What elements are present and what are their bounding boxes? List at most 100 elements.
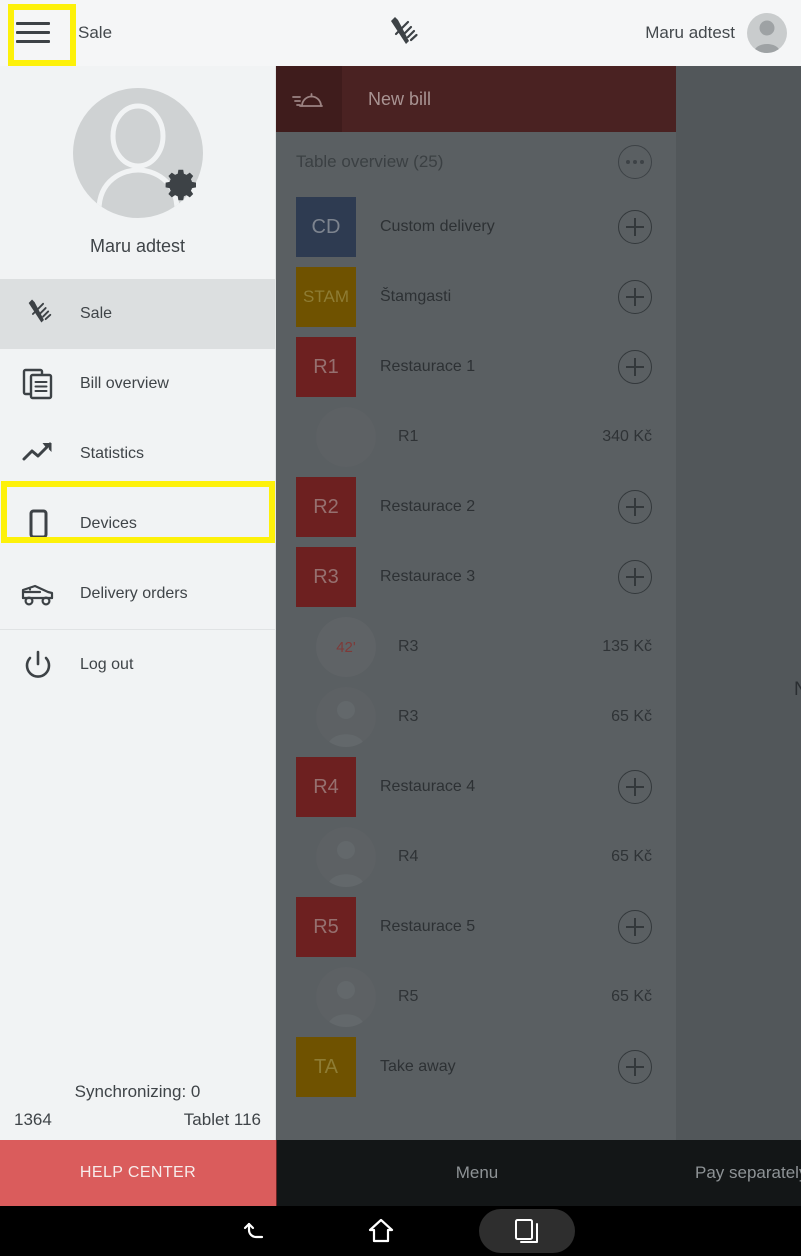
table-row[interactable]: R3 Restaurace 3 xyxy=(276,542,676,612)
bill-row[interactable]: R1 340 Kč xyxy=(276,402,676,472)
profile-name: Maru adtest xyxy=(89,236,186,256)
home-button[interactable] xyxy=(353,1211,409,1251)
tablet-icon-wrap xyxy=(18,504,58,544)
user-name-label: Maru adtest xyxy=(645,23,735,42)
plus-circle-icon[interactable] xyxy=(618,770,652,804)
bill-avatar xyxy=(316,407,376,467)
top-bar-user-area[interactable]: Maru adtest xyxy=(645,0,787,66)
person-avatar-icon xyxy=(328,701,364,747)
tablet-icon xyxy=(29,509,48,539)
home-icon xyxy=(368,1218,393,1243)
plus-circle-icon[interactable] xyxy=(618,560,652,594)
new-bill-icon-button[interactable] xyxy=(276,66,342,132)
bill-name-label: R3 xyxy=(398,708,419,725)
avatar[interactable] xyxy=(747,13,787,53)
bill-row[interactable]: 42' R3 135 Kč xyxy=(276,612,676,682)
gear-icon[interactable] xyxy=(163,166,201,204)
table-row[interactable]: R2 Restaurace 2 xyxy=(276,472,676,542)
sidebar-item-label: Bill overview xyxy=(80,375,169,392)
bill-name-label: R3 xyxy=(398,638,419,655)
person-avatar-icon xyxy=(316,407,376,467)
sidebar-item-delivery-orders[interactable]: Delivery orders xyxy=(0,559,275,629)
navigation-drawer: Maru adtest Sale Bill overview Statistic… xyxy=(0,66,276,1206)
bill-avatar xyxy=(316,687,376,747)
bill-row[interactable]: R3 65 Kč xyxy=(276,682,676,752)
bill-avatar xyxy=(316,967,376,1027)
table-code-badge: R4 xyxy=(296,757,356,817)
table-row[interactable]: R4 Restaurace 4 xyxy=(276,752,676,822)
page-title: Sale xyxy=(78,23,113,42)
drawer-nav-list: Sale Bill overview Statistics Devices De… xyxy=(0,279,275,1082)
plus-circle-icon[interactable] xyxy=(618,210,652,244)
table-overview-title: Table overview (25) xyxy=(296,152,444,171)
more-horizontal-icon[interactable] xyxy=(618,145,652,179)
table-name-label: Restaurace 1 xyxy=(380,358,476,375)
new-bill-bar[interactable]: New bill xyxy=(276,66,676,132)
cutlery-icon xyxy=(28,299,52,323)
bill-row[interactable]: R5 65 Kč xyxy=(276,962,676,1032)
bill-price: 65 Kč xyxy=(611,848,652,865)
main-content: New bill Table overview (25) CD Custom d… xyxy=(276,66,801,1140)
table-row[interactable]: STAM Štamgasti xyxy=(276,262,676,332)
help-center-button[interactable]: HELP CENTER xyxy=(0,1140,276,1206)
back-button[interactable] xyxy=(227,1211,283,1251)
sidebar-item-bill-overview[interactable]: Bill overview xyxy=(0,349,275,419)
plus-circle-icon[interactable] xyxy=(618,910,652,944)
sidebar-item-statistics[interactable]: Statistics xyxy=(0,419,275,489)
sidebar-item-devices[interactable]: Devices xyxy=(0,489,275,559)
cutlery-icon xyxy=(390,17,418,44)
bill-row[interactable]: R4 65 Kč xyxy=(276,822,676,892)
gear-icon xyxy=(165,169,196,201)
menu-button[interactable]: Menu xyxy=(277,1163,677,1183)
delivery-car-icon-wrap xyxy=(18,574,58,614)
table-overview-header: Table overview (25) xyxy=(276,132,676,192)
bill-avatar xyxy=(316,827,376,887)
plus-circle-icon[interactable] xyxy=(618,490,652,524)
profile-avatar-wrap[interactable] xyxy=(72,88,203,218)
trend-up-icon xyxy=(22,442,52,461)
system-navigation-bar xyxy=(0,1206,801,1256)
hamburger-icon xyxy=(16,22,50,44)
recents-button[interactable] xyxy=(478,1209,575,1253)
table-row[interactable]: R5 Restaurace 5 xyxy=(276,892,676,962)
table-row[interactable]: TA Take away xyxy=(276,1032,676,1102)
bill-price: 340 Kč xyxy=(602,428,652,445)
new-bill-label: New bill xyxy=(368,88,432,109)
back-arrow-icon xyxy=(243,1222,263,1239)
build-number: 1364 xyxy=(14,1110,52,1129)
sidebar-item-sale[interactable]: Sale xyxy=(0,279,275,349)
hamburger-menu-button[interactable] xyxy=(0,0,66,66)
table-name-label: Restaurace 5 xyxy=(380,918,476,935)
table-code-badge: STAM xyxy=(296,267,356,327)
person-avatar-icon xyxy=(328,981,364,1027)
drawer-footer-status: Synchronizing: 0 1364 Tablet 116 xyxy=(0,1082,275,1140)
drawer-profile-header[interactable]: Maru adtest xyxy=(0,66,275,279)
sidebar-item-log-out[interactable]: Log out xyxy=(0,629,275,699)
table-row[interactable]: CD Custom delivery xyxy=(276,192,676,262)
food-dome-icon xyxy=(292,93,323,107)
device-name: Tablet 116 xyxy=(183,1110,261,1129)
app-root: Sale Maru adtest New bill Table overview… xyxy=(0,0,801,1256)
table-code-badge: R1 xyxy=(296,337,356,397)
bottom-action-bar: Menu Pay separately xyxy=(276,1140,801,1206)
sidebar-item-label: Log out xyxy=(80,655,134,673)
sync-status: Synchronizing: 0 xyxy=(74,1082,201,1101)
bill-price: 135 Kč xyxy=(602,638,652,655)
pay-separately-button[interactable]: Pay separately xyxy=(677,1163,801,1183)
plus-circle-icon[interactable] xyxy=(618,1050,652,1084)
plus-circle-icon[interactable] xyxy=(618,280,652,314)
plus-circle-icon[interactable] xyxy=(618,350,652,384)
table-code-badge: CD xyxy=(296,197,356,257)
sidebar-item-label: Devices xyxy=(80,515,137,532)
table-code-badge: R2 xyxy=(296,477,356,537)
bill-price: 65 Kč xyxy=(611,708,652,725)
table-code-badge: R5 xyxy=(296,897,356,957)
sidebar-item-label: Statistics xyxy=(80,445,145,462)
table-name-label: Štamgasti xyxy=(380,288,452,305)
documents-icon xyxy=(22,368,53,400)
cutlery-icon-wrap xyxy=(18,294,58,334)
delivery-car-icon xyxy=(21,584,54,606)
table-row[interactable]: R1 Restaurace 1 xyxy=(276,332,676,402)
table-code-badge: TA xyxy=(296,1037,356,1097)
right-detail-pane: N xyxy=(676,66,801,1140)
